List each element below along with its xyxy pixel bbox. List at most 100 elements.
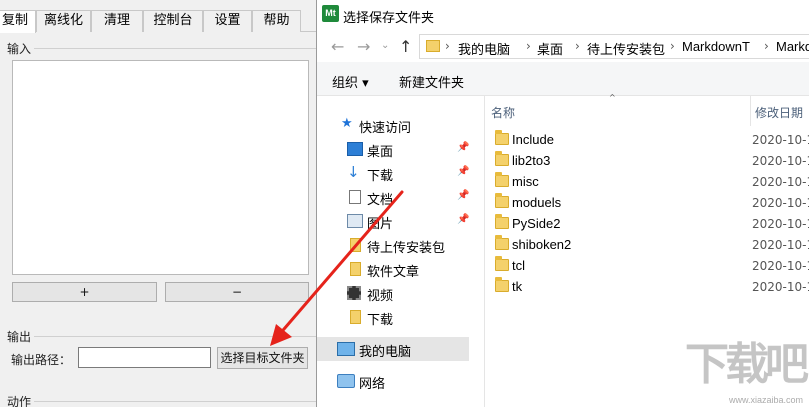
- download-icon: ↓: [347, 163, 360, 181]
- folder-icon: [426, 40, 440, 52]
- breadcrumb-item[interactable]: 我的电脑: [458, 39, 510, 58]
- output-path-input[interactable]: [78, 347, 211, 368]
- file-row[interactable]: moduels 2020-10-1: [485, 193, 809, 214]
- file-row[interactable]: tcl 2020-10-1: [485, 256, 809, 277]
- nav-label: 视频: [367, 289, 394, 304]
- chevron-right-icon: ›: [575, 39, 580, 53]
- nav-item-videos[interactable]: 视频: [317, 281, 469, 305]
- recent-dropdown-icon[interactable]: ⌄: [381, 40, 389, 51]
- output-section-label: 输出: [7, 330, 32, 344]
- file-row[interactable]: PySide2 2020-10-1: [485, 214, 809, 235]
- pin-icon[interactable]: 📌: [457, 166, 469, 177]
- nav-this-pc[interactable]: 我的电脑: [317, 337, 469, 361]
- nav-label: 软件文章: [367, 265, 420, 280]
- file-date: 2020-10-1: [752, 280, 809, 294]
- folder-icon: [495, 193, 509, 208]
- sort-arrow-icon: ^: [609, 93, 616, 102]
- computer-icon: [337, 342, 355, 356]
- document-icon: [349, 190, 361, 204]
- output-path-label: 输出路径：: [11, 353, 72, 367]
- organize-menu-button[interactable]: 组织 ▾: [332, 72, 369, 91]
- breadcrumb-item[interactable]: 待上传安装包: [587, 39, 665, 58]
- back-arrow-icon[interactable]: ←: [331, 37, 344, 56]
- chevron-right-icon: ›: [445, 39, 450, 53]
- background-app: 复制 离线化 清理 控制台 设置 帮助 输入 + − 输出 输出路径： 选择目标…: [0, 0, 316, 407]
- nav-label: 快速访问: [359, 121, 412, 136]
- star-icon: ★: [341, 116, 353, 131]
- dialog-title: 选择保存文件夹: [343, 11, 435, 26]
- file-date: 2020-10-1: [752, 196, 809, 210]
- folder-icon: [350, 262, 361, 276]
- folder-icon: [495, 256, 509, 271]
- dialog-titlebar: Mt 选择保存文件夹: [317, 0, 809, 30]
- file-date: 2020-10-1: [752, 238, 809, 252]
- nav-item-downloads-folder[interactable]: 下载: [317, 305, 469, 329]
- file-date: 2020-10-1: [752, 217, 809, 231]
- pictures-icon: [347, 214, 363, 228]
- file-date: 2020-10-1: [752, 175, 809, 189]
- nav-item-pictures[interactable]: 图片 📌: [317, 209, 469, 233]
- breadcrumb-item[interactable]: Markdo: [776, 39, 809, 54]
- tab-settings[interactable]: 设置: [203, 10, 252, 32]
- remove-button[interactable]: −: [165, 282, 309, 302]
- chevron-right-icon: ›: [764, 39, 769, 53]
- add-button[interactable]: +: [12, 282, 157, 302]
- new-folder-button[interactable]: 新建文件夹: [399, 72, 464, 91]
- pin-icon[interactable]: 📌: [457, 214, 469, 225]
- nav-item-downloads[interactable]: ↓ 下载 📌: [317, 161, 469, 185]
- column-divider[interactable]: [750, 96, 751, 126]
- chevron-right-icon: ›: [526, 39, 531, 53]
- up-arrow-icon[interactable]: ↑: [399, 37, 412, 56]
- divider: [34, 48, 316, 49]
- file-row[interactable]: tk 2020-10-1: [485, 277, 809, 298]
- network-icon: [337, 374, 355, 388]
- file-name: shiboken2: [512, 237, 572, 252]
- input-list[interactable]: [12, 60, 309, 275]
- nav-label: 文档: [367, 193, 394, 208]
- folder-icon: [495, 214, 509, 229]
- folder-icon: [495, 151, 509, 166]
- file-date: 2020-10-1: [752, 133, 809, 147]
- pin-icon[interactable]: 📌: [457, 142, 469, 153]
- tab-console[interactable]: 控制台: [143, 10, 203, 32]
- choose-folder-button[interactable]: 选择目标文件夹: [217, 347, 308, 369]
- nav-label: 桌面: [367, 145, 394, 160]
- file-date: 2020-10-1: [752, 154, 809, 168]
- breadcrumb[interactable]: › 我的电脑 › 桌面 › 待上传安装包 › MarkdownT › Markd…: [419, 34, 809, 59]
- nav-label: 网络: [359, 377, 386, 392]
- tab-clean[interactable]: 清理: [91, 10, 143, 32]
- column-header-name[interactable]: 名称: [491, 104, 515, 121]
- nav-network[interactable]: 网络: [317, 369, 469, 393]
- file-name: moduels: [512, 195, 562, 210]
- chevron-right-icon: ›: [670, 39, 675, 53]
- column-header-modified[interactable]: 修改日期: [755, 104, 803, 121]
- video-icon: [347, 286, 361, 300]
- tab-help[interactable]: 帮助: [252, 10, 301, 32]
- nav-item-documents[interactable]: 文档 📌: [317, 185, 469, 209]
- nav-label: 下载: [367, 313, 394, 328]
- nav-item-desktop[interactable]: 桌面 📌: [317, 137, 469, 161]
- divider: [34, 336, 316, 337]
- app-logo-icon: Mt: [322, 5, 339, 22]
- nav-quick-access[interactable]: ★ 快速访问: [317, 113, 469, 137]
- breadcrumb-item[interactable]: 桌面: [537, 39, 563, 58]
- file-name: tcl: [512, 258, 525, 273]
- forward-arrow-icon[interactable]: →: [357, 37, 370, 56]
- file-row[interactable]: lib2to3 2020-10-1: [485, 151, 809, 172]
- watermark-url: www.xiazaiba.com: [728, 395, 803, 405]
- dialog-toolbar: 组织 ▾ 新建文件夹: [317, 62, 809, 96]
- tab-copy[interactable]: 复制: [0, 10, 36, 33]
- folder-icon: [495, 235, 509, 250]
- file-date: 2020-10-1: [752, 259, 809, 273]
- tab-offline[interactable]: 离线化: [36, 10, 91, 32]
- file-row[interactable]: Include 2020-10-1: [485, 130, 809, 151]
- pin-icon[interactable]: 📌: [457, 190, 469, 201]
- file-name: Include: [512, 132, 554, 147]
- nav-item-upload-folder[interactable]: 待上传安装包: [317, 233, 469, 257]
- navigation-pane: ★ 快速访问 桌面 📌 ↓ 下载 📌 文档 📌 图片 📌 待上传安装包 软件文章…: [317, 96, 485, 407]
- breadcrumb-item[interactable]: MarkdownT: [682, 39, 750, 54]
- file-row[interactable]: shiboken2 2020-10-1: [485, 235, 809, 256]
- file-row[interactable]: misc 2020-10-1: [485, 172, 809, 193]
- nav-label: 待上传安装包: [367, 241, 446, 256]
- nav-item-articles-folder[interactable]: 软件文章: [317, 257, 469, 281]
